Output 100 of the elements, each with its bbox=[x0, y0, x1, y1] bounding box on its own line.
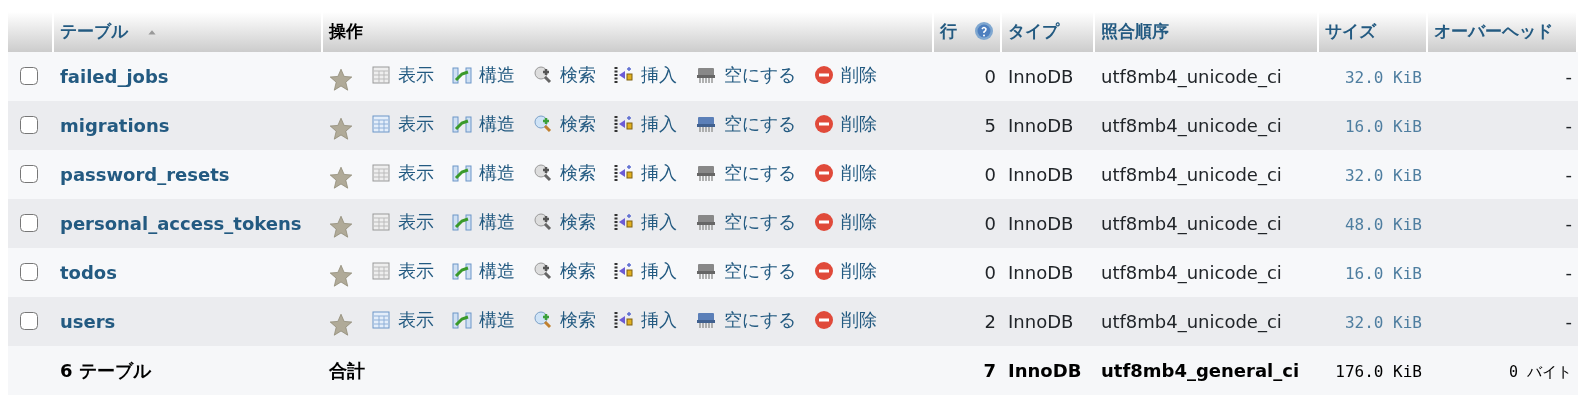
column-header[interactable]: 行 bbox=[940, 21, 957, 42]
collation: utf8mb4_unicode_ci bbox=[1101, 164, 1282, 185]
engine-type: InnoDB bbox=[1008, 164, 1074, 185]
row-count: 7 bbox=[983, 360, 996, 381]
insert-icon bbox=[614, 211, 634, 232]
insert-icon bbox=[614, 113, 634, 134]
overhead-value: - bbox=[1565, 66, 1572, 87]
action-link[interactable]: 表示 bbox=[371, 257, 434, 285]
collation: utf8mb4_unicode_ci bbox=[1101, 262, 1282, 283]
action-link[interactable]: 検索 bbox=[533, 159, 596, 187]
engine-type: InnoDB bbox=[1008, 262, 1074, 283]
star-icon[interactable] bbox=[329, 165, 353, 190]
action-link[interactable]: 表示 bbox=[371, 61, 434, 89]
engine-type: InnoDB bbox=[1008, 311, 1074, 332]
engine-type: InnoDB bbox=[1008, 66, 1074, 87]
action-link[interactable]: 構造 bbox=[452, 208, 515, 236]
insert-icon bbox=[614, 309, 634, 330]
collation: utf8mb4_general_ci bbox=[1101, 360, 1300, 381]
star-icon[interactable] bbox=[329, 312, 353, 337]
column-header[interactable]: テーブル bbox=[60, 21, 128, 42]
star-icon[interactable] bbox=[329, 116, 353, 141]
table-name-link[interactable]: todos bbox=[60, 262, 117, 283]
star-icon[interactable] bbox=[329, 67, 353, 92]
overhead-value: - bbox=[1565, 164, 1572, 185]
action-link[interactable]: 空にする bbox=[695, 110, 796, 138]
delete-icon bbox=[814, 162, 834, 183]
delete-icon bbox=[814, 113, 834, 134]
action-link[interactable]: 検索 bbox=[533, 110, 596, 138]
action-link[interactable]: 削除 bbox=[814, 159, 877, 187]
row-checkbox[interactable] bbox=[20, 263, 38, 281]
structure-icon bbox=[452, 64, 472, 85]
action-link[interactable]: 構造 bbox=[452, 110, 515, 138]
structure-icon bbox=[452, 162, 472, 183]
action-link[interactable]: 削除 bbox=[814, 257, 877, 285]
row-count: 0 bbox=[984, 213, 996, 234]
total-size: 176.0 KiB bbox=[1335, 362, 1422, 381]
row-checkbox[interactable] bbox=[20, 214, 38, 232]
action-link[interactable]: 挿入 bbox=[614, 208, 677, 236]
action-link[interactable]: 挿入 bbox=[614, 306, 677, 334]
collation: utf8mb4_unicode_ci bbox=[1101, 311, 1282, 332]
row-count: 0 bbox=[984, 66, 996, 87]
action-link[interactable]: 検索 bbox=[533, 257, 596, 285]
overhead-value: - bbox=[1565, 115, 1572, 136]
collation: utf8mb4_unicode_ci bbox=[1101, 213, 1282, 234]
column-header: 操作 bbox=[329, 21, 363, 42]
row-checkbox[interactable] bbox=[20, 116, 38, 134]
action-link[interactable]: 空にする bbox=[695, 61, 796, 89]
action-link[interactable]: 挿入 bbox=[614, 110, 677, 138]
overhead-value: - bbox=[1565, 213, 1572, 234]
star-icon[interactable] bbox=[329, 263, 353, 288]
action-link[interactable]: 構造 bbox=[452, 306, 515, 334]
total-label: 合計 bbox=[329, 360, 365, 381]
insert-icon bbox=[614, 260, 634, 281]
row-count: 2 bbox=[984, 311, 996, 332]
delete-icon bbox=[814, 260, 834, 281]
structure-icon bbox=[452, 260, 472, 281]
delete-icon bbox=[814, 309, 834, 330]
overhead-value: - bbox=[1565, 311, 1572, 332]
action-link[interactable]: 表示 bbox=[371, 306, 434, 334]
action-link[interactable]: 挿入 bbox=[614, 61, 677, 89]
action-link[interactable]: 空にする bbox=[695, 159, 796, 187]
action-link[interactable]: 構造 bbox=[452, 61, 515, 89]
structure-icon bbox=[452, 211, 472, 232]
overhead-value: 0 バイト bbox=[1508, 363, 1572, 381]
star-icon[interactable] bbox=[329, 214, 353, 239]
engine-type: InnoDB bbox=[1008, 115, 1074, 136]
row-count: 0 bbox=[984, 262, 996, 283]
action-link[interactable]: 挿入 bbox=[614, 257, 677, 285]
action-link[interactable]: 検索 bbox=[533, 306, 596, 334]
action-link[interactable]: 表示 bbox=[371, 159, 434, 187]
action-link[interactable]: 挿入 bbox=[614, 159, 677, 187]
table-count: 6 テーブル bbox=[60, 360, 151, 381]
engine-type: InnoDB bbox=[1008, 213, 1074, 234]
structure-icon bbox=[452, 113, 472, 134]
action-link[interactable]: 削除 bbox=[814, 208, 877, 236]
action-link[interactable]: 表示 bbox=[371, 110, 434, 138]
action-link[interactable]: 空にする bbox=[695, 208, 796, 236]
row-checkbox[interactable] bbox=[20, 67, 38, 85]
action-link[interactable]: 構造 bbox=[452, 159, 515, 187]
delete-icon bbox=[814, 211, 834, 232]
engine-type: InnoDB bbox=[1008, 360, 1082, 381]
column-header[interactable]: 照合順序 bbox=[1101, 21, 1169, 42]
action-link[interactable]: 表示 bbox=[371, 208, 434, 236]
insert-icon bbox=[614, 162, 634, 183]
overhead-value: - bbox=[1565, 262, 1572, 283]
action-link[interactable]: 削除 bbox=[814, 110, 877, 138]
row-checkbox[interactable] bbox=[20, 165, 38, 183]
action-link[interactable]: 空にする bbox=[695, 306, 796, 334]
table-name-link[interactable]: failed_jobs bbox=[60, 66, 169, 87]
action-link[interactable]: 構造 bbox=[452, 257, 515, 285]
action-link[interactable]: 削除 bbox=[814, 61, 877, 89]
table-name-link[interactable]: migrations bbox=[60, 115, 170, 136]
action-link[interactable]: 検索 bbox=[533, 61, 596, 89]
table-name-link[interactable]: users bbox=[60, 311, 116, 332]
collation: utf8mb4_unicode_ci bbox=[1101, 115, 1282, 136]
delete-icon bbox=[814, 64, 834, 85]
action-link[interactable]: 検索 bbox=[533, 208, 596, 236]
row-checkbox[interactable] bbox=[20, 312, 38, 330]
action-link[interactable]: 削除 bbox=[814, 306, 877, 334]
action-link[interactable]: 空にする bbox=[695, 257, 796, 285]
